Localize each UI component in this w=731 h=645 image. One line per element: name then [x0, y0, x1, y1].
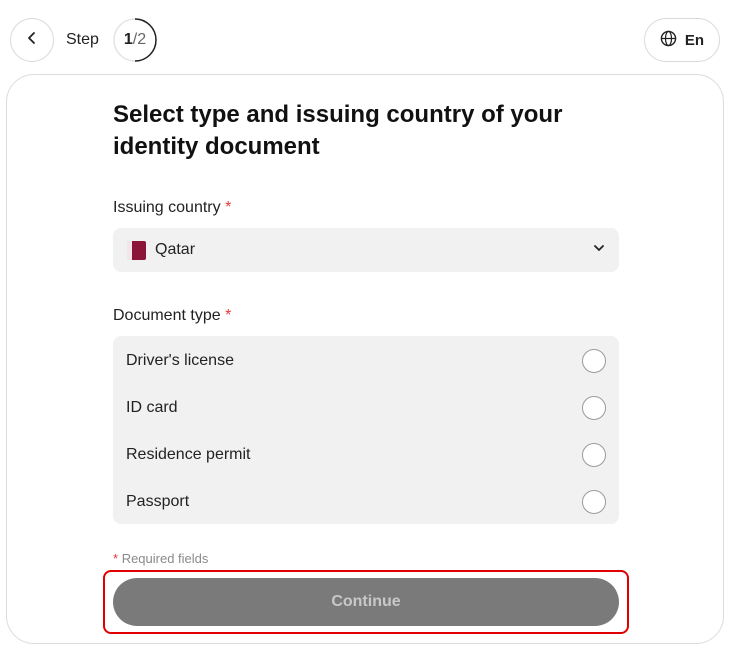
required-asterisk: * — [225, 307, 232, 324]
radio-label: Passport — [126, 492, 190, 510]
document-selection-card: Select type and issuing country of your … — [6, 74, 724, 644]
required-asterisk: * — [113, 551, 119, 566]
globe-icon — [660, 30, 677, 51]
issuing-country-value: Qatar — [155, 241, 196, 258]
document-type-label: Document type * — [113, 307, 231, 325]
required-fields-note: * Required fields — [113, 551, 208, 566]
radio-button[interactable] — [582, 348, 606, 373]
required-fields-text: Required fields — [121, 551, 209, 566]
back-button[interactable] — [10, 18, 54, 62]
radio-button[interactable] — [582, 489, 606, 514]
step-total: 2 — [137, 31, 147, 48]
issuing-country-select[interactable]: Qatar — [113, 228, 619, 272]
radio-label: ID card — [126, 398, 178, 416]
chevron-left-icon — [25, 31, 39, 50]
page-title: Select type and issuing country of your … — [113, 101, 563, 160]
document-type-radio-group: Driver's license ID card Residence permi… — [113, 336, 619, 524]
issuing-country-label: Issuing country * — [113, 199, 231, 217]
continue-button[interactable]: Continue — [113, 578, 619, 626]
step-progress-indicator: 1/2 — [113, 18, 157, 62]
issuing-country-label-text: Issuing country — [113, 199, 221, 216]
language-button[interactable]: En — [644, 18, 720, 62]
radio-button[interactable] — [582, 395, 606, 420]
language-label: En — [684, 31, 705, 49]
chevron-down-icon — [593, 241, 605, 259]
document-type-label-text: Document type — [113, 307, 221, 324]
radio-label: Driver's license — [126, 351, 234, 369]
radio-label: Residence permit — [126, 445, 251, 463]
qatar-flag-icon — [127, 240, 146, 260]
document-option-passport[interactable]: Passport — [113, 478, 619, 525]
document-option-id-card[interactable]: ID card — [113, 384, 619, 431]
step-label: Step — [66, 31, 99, 48]
document-option-drivers-license[interactable]: Driver's license — [113, 337, 619, 384]
required-asterisk: * — [225, 199, 232, 216]
radio-button[interactable] — [582, 442, 606, 467]
step-current: 1 — [123, 31, 133, 48]
top-bar: Step 1/2 En — [0, 0, 731, 74]
document-option-residence-permit[interactable]: Residence permit — [113, 431, 619, 478]
